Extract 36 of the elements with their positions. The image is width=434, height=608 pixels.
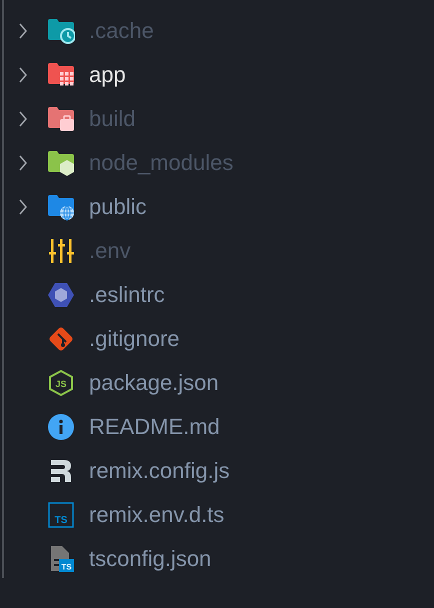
tree-item[interactable]: public	[0, 185, 434, 229]
tree-item[interactable]: app	[0, 53, 434, 97]
folder-bag-icon	[47, 105, 75, 133]
tree-item[interactable]: JS package.json	[0, 361, 434, 405]
tree-item[interactable]: TS remix.env.d.ts	[0, 493, 434, 537]
js-hexagon-icon: JS	[47, 369, 75, 397]
folder-clock-icon	[47, 17, 75, 45]
file-name: .env	[89, 240, 131, 262]
tree-item[interactable]: README.md	[0, 405, 434, 449]
ts-file-icon: TS	[47, 501, 75, 529]
folder-globe-icon	[47, 193, 75, 221]
file-name: tsconfig.json	[89, 548, 212, 570]
folder-name: public	[89, 196, 146, 218]
file-name: remix.env.d.ts	[89, 504, 224, 526]
folder-name: build	[89, 108, 136, 130]
file-name: remix.config.js	[89, 460, 230, 482]
tree-item[interactable]: remix.config.js	[0, 449, 434, 493]
sliders-icon	[47, 237, 75, 265]
folder-name: .cache	[89, 20, 154, 42]
chevron-right-icon[interactable]	[18, 155, 28, 171]
folder-name: node_modules	[89, 152, 234, 174]
tree-item[interactable]: .eslintrc	[0, 273, 434, 317]
folder-hexagon-icon	[47, 149, 75, 177]
hexagon-icon	[47, 281, 75, 309]
tree-item[interactable]: .gitignore	[0, 317, 434, 361]
file-name: package.json	[89, 372, 219, 394]
file-name: .eslintrc	[89, 284, 165, 306]
chevron-right-icon[interactable]	[18, 67, 28, 83]
chevron-right-icon[interactable]	[18, 23, 28, 39]
file-name: README.md	[89, 416, 220, 438]
chevron-right-icon[interactable]	[18, 199, 28, 215]
tree-item[interactable]: TS tsconfig.json	[0, 537, 434, 581]
file-name: .gitignore	[89, 328, 180, 350]
folder-name: app	[89, 64, 126, 86]
info-icon	[47, 413, 75, 441]
chevron-right-icon[interactable]	[18, 111, 28, 127]
